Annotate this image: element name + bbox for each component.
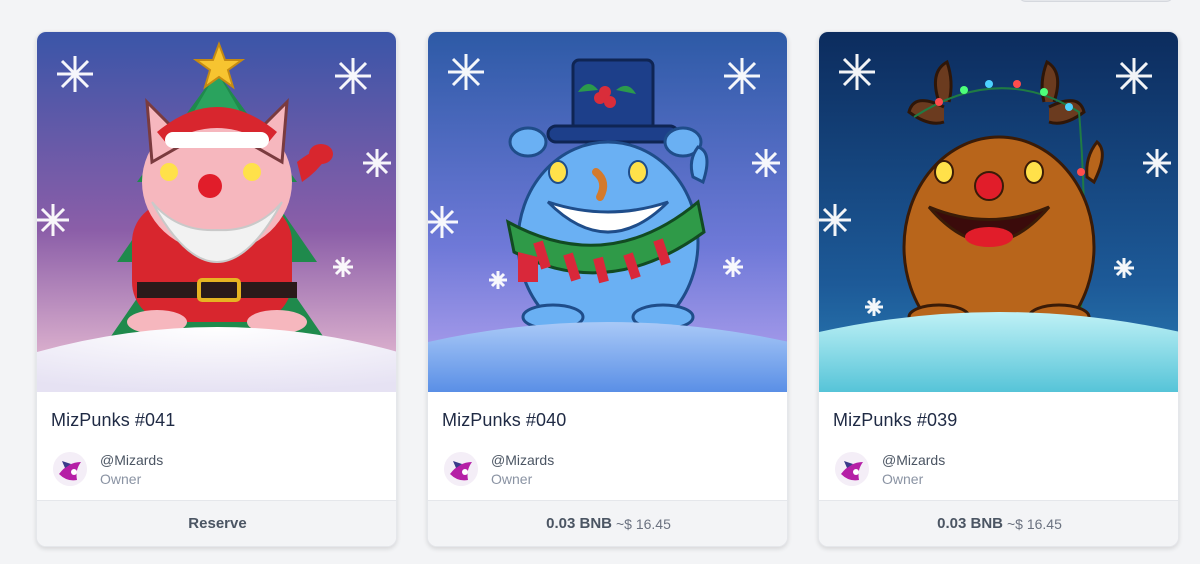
reserve-button[interactable]: Reserve bbox=[37, 500, 396, 546]
owner-handle[interactable]: @Mizards bbox=[882, 452, 945, 468]
avatar[interactable] bbox=[53, 452, 87, 486]
nft-title[interactable]: MizPunks #039 bbox=[833, 410, 957, 431]
avatar[interactable] bbox=[444, 452, 478, 486]
nft-image[interactable] bbox=[37, 32, 396, 392]
avatar[interactable] bbox=[835, 452, 869, 486]
reserve-label: Reserve bbox=[188, 515, 247, 532]
buy-button[interactable]: 0.03 BNB ~$ 16.45 bbox=[819, 500, 1178, 546]
owner-role: Owner bbox=[100, 471, 142, 487]
price-bnb: 0.03 BNB bbox=[937, 515, 1003, 532]
santa-pig-icon bbox=[37, 32, 396, 392]
snowman-creature-icon bbox=[428, 32, 787, 392]
price-bnb: 0.03 BNB bbox=[546, 515, 612, 532]
reindeer-creature-icon bbox=[819, 32, 1178, 392]
owner-role: Owner bbox=[491, 471, 533, 487]
mizards-logo-icon bbox=[835, 452, 869, 486]
owner-role: Owner bbox=[882, 471, 924, 487]
nft-card[interactable]: MizPunks #039 @Mizards Owner 0.03 BNB ~$… bbox=[818, 31, 1179, 547]
owner-handle[interactable]: @Mizards bbox=[491, 452, 554, 468]
nft-title[interactable]: MizPunks #040 bbox=[442, 410, 566, 431]
nft-image[interactable] bbox=[428, 32, 787, 392]
price-usd: ~$ 16.45 bbox=[615, 515, 671, 532]
mizards-logo-icon bbox=[444, 452, 478, 486]
buy-button[interactable]: 0.03 BNB ~$ 16.45 bbox=[428, 500, 787, 546]
nft-card[interactable]: MizPunks #041 @Mizards Owner Reserve bbox=[36, 31, 397, 547]
top-control-edge bbox=[1018, 0, 1174, 2]
mizards-logo-icon bbox=[53, 452, 87, 486]
owner-handle[interactable]: @Mizards bbox=[100, 452, 163, 468]
price-usd: ~$ 16.45 bbox=[1006, 515, 1062, 532]
nft-card[interactable]: MizPunks #040 @Mizards Owner 0.03 BNB ~$… bbox=[427, 31, 788, 547]
nft-title[interactable]: MizPunks #041 bbox=[51, 410, 175, 431]
nft-image[interactable] bbox=[819, 32, 1178, 392]
